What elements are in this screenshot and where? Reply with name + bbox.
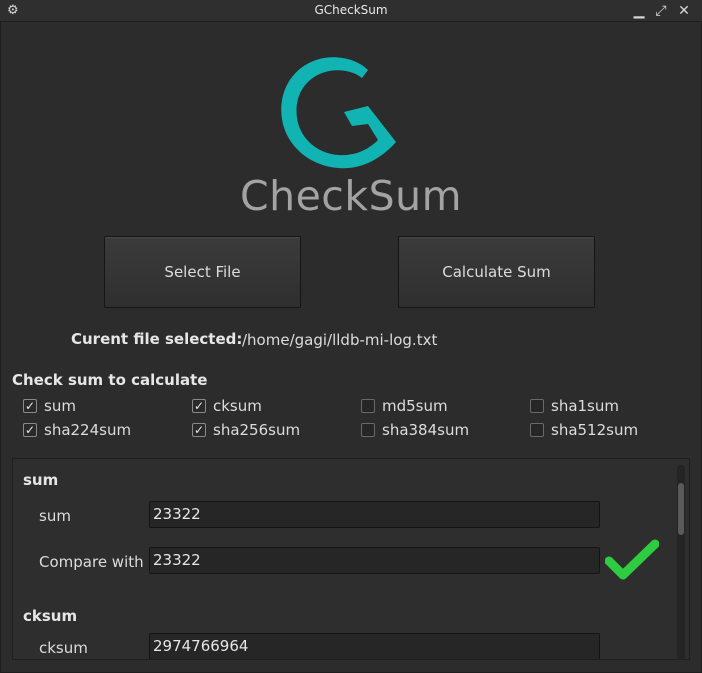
current-file-path: /home/gagi/lldb-mi-log.txt — [242, 331, 438, 349]
logo-icon — [281, 57, 396, 169]
checkbox-sha384sum[interactable]: sha384sum — [361, 421, 469, 439]
results-scrollbar[interactable] — [677, 465, 685, 659]
result-group-title: cksum — [23, 607, 78, 625]
sum-compare-field[interactable]: 23322 — [149, 547, 600, 574]
checkbox-sha256sum[interactable]: ✓ sha256sum — [192, 421, 300, 439]
checkbox-label: sha1sum — [551, 397, 619, 415]
checkbox-label: sha384sum — [382, 421, 470, 439]
calculate-sum-button[interactable]: Calculate Sum — [398, 236, 595, 308]
result-label: cksum — [39, 639, 88, 657]
checkbox-checked-icon[interactable]: ✓ — [23, 399, 37, 413]
checkbox-cksum[interactable]: ✓ cksum — [192, 397, 262, 415]
result-label: sum — [39, 507, 71, 525]
cksum-result-field[interactable]: 2974766964 — [149, 633, 600, 659]
checkbox-checked-icon[interactable]: ✓ — [192, 423, 206, 437]
checkbox-unchecked-icon[interactable] — [361, 423, 375, 437]
checkbox-label: sum — [44, 397, 76, 415]
checkbox-label: sha256sum — [213, 421, 301, 439]
close-icon[interactable]: ✕ — [675, 2, 693, 20]
select-file-button[interactable]: Select File — [104, 236, 301, 308]
checkbox-checked-icon[interactable]: ✓ — [192, 399, 206, 413]
current-file-label: Curent file selected: — [71, 330, 243, 348]
checkbox-md5sum[interactable]: md5sum — [361, 397, 448, 415]
checkbox-unchecked-icon[interactable] — [530, 423, 544, 437]
checkbox-unchecked-icon[interactable] — [530, 399, 544, 413]
checkbox-sum[interactable]: ✓ sum — [23, 397, 76, 415]
checkbox-sha512sum[interactable]: sha512sum — [530, 421, 638, 439]
checkbox-label: cksum — [213, 397, 262, 415]
result-group-title: sum — [23, 471, 59, 489]
checksum-options-title: Check sum to calculate — [12, 371, 208, 389]
title-bar: ⚙ GCheckSum ▁ ⤢ ✕ — [0, 0, 702, 22]
logo-text: CheckSum — [239, 172, 463, 220]
maximize-icon[interactable]: ⤢ — [652, 2, 670, 20]
results-panel[interactable]: sum sum 23322 Compare with 23322 cksum c… — [12, 458, 690, 660]
window-title: GCheckSum — [314, 3, 388, 17]
scrollbar-thumb[interactable] — [678, 483, 684, 535]
compare-label: Compare with — [39, 553, 144, 571]
sum-result-field[interactable]: 23322 — [149, 501, 600, 528]
checkbox-sha1sum[interactable]: sha1sum — [530, 397, 619, 415]
checkbox-unchecked-icon[interactable] — [361, 399, 375, 413]
checkbox-checked-icon[interactable]: ✓ — [23, 423, 37, 437]
checkbox-label: sha224sum — [44, 421, 132, 439]
checkbox-label: md5sum — [382, 397, 448, 415]
checkbox-label: sha512sum — [551, 421, 639, 439]
match-check-icon — [605, 539, 659, 580]
checkbox-sha224sum[interactable]: ✓ sha224sum — [23, 421, 131, 439]
minimize-icon[interactable]: ▁ — [630, 2, 648, 20]
